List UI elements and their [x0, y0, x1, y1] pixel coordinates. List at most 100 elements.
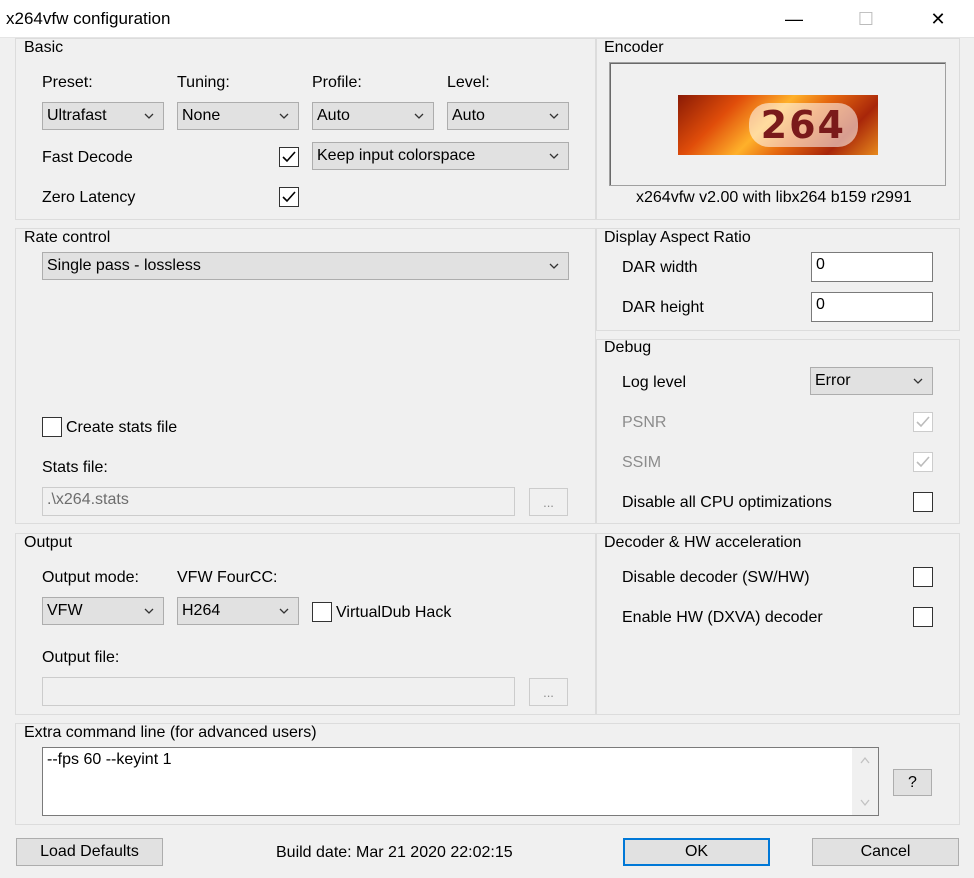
close-icon: ✕	[930, 8, 946, 29]
load-defaults-label: Load Defaults	[40, 843, 139, 860]
x264-logo: 264	[678, 95, 878, 155]
output-mode-dropdown[interactable]: VFW	[42, 597, 164, 625]
chevron-down-icon	[144, 608, 154, 614]
preset-label: Preset:	[42, 74, 93, 91]
output-browse-button[interactable]: ...	[529, 678, 568, 706]
level-value: Auto	[452, 107, 485, 124]
output-browse-label: ...	[543, 684, 554, 700]
dar-group-title: Display Aspect Ratio	[604, 229, 751, 246]
stats-browse-button[interactable]: ...	[529, 488, 568, 516]
ok-button[interactable]: OK	[623, 838, 770, 866]
vdub-hack-checkbox[interactable]	[312, 602, 332, 622]
decoder-group-title: Decoder & HW acceleration	[604, 534, 802, 551]
stats-browse-label: ...	[543, 494, 554, 510]
ssim-checkbox[interactable]	[913, 452, 933, 472]
stats-file-label: Stats file:	[42, 459, 108, 476]
minimize-button[interactable]: —	[758, 0, 830, 38]
chevron-down-icon	[279, 608, 289, 614]
level-dropdown[interactable]: Auto	[447, 102, 569, 130]
disable-cpu-checkbox[interactable]	[913, 492, 933, 512]
chevron-down-icon	[549, 153, 559, 159]
profile-label: Profile:	[312, 74, 362, 91]
tuning-label: Tuning:	[177, 74, 230, 91]
dar-width-value: 0	[816, 256, 825, 273]
checkmark-icon	[916, 456, 930, 468]
chevron-down-icon	[549, 263, 559, 269]
zero-latency-checkbox[interactable]	[279, 187, 299, 207]
disable-decoder-label: Disable decoder (SW/HW)	[622, 569, 810, 586]
ssim-label: SSIM	[622, 454, 662, 471]
help-label: ?	[908, 773, 917, 791]
maximize-button[interactable]: ☐	[830, 0, 902, 38]
rate-control-group-title: Rate control	[24, 229, 111, 246]
chevron-down-icon	[414, 113, 424, 119]
dar-width-input[interactable]: 0	[811, 252, 933, 282]
profile-value: Auto	[317, 107, 350, 124]
psnr-checkbox[interactable]	[913, 412, 933, 432]
log-level-label: Log level	[622, 374, 687, 391]
colorspace-dropdown[interactable]: Keep input colorspace	[312, 142, 569, 170]
preset-value: Ultrafast	[47, 107, 107, 124]
level-label: Level:	[447, 74, 490, 91]
stats-file-value: .\x264.stats	[47, 491, 129, 508]
extra-cmd-group-title: Extra command line (for advanced users)	[24, 724, 317, 741]
preset-dropdown[interactable]: Ultrafast	[42, 102, 164, 130]
stats-file-input[interactable]: .\x264.stats	[42, 487, 515, 516]
log-level-dropdown[interactable]: Error	[810, 367, 933, 395]
disable-decoder-checkbox[interactable]	[913, 567, 933, 587]
checkmark-icon	[916, 416, 930, 428]
chevron-down-icon	[144, 113, 154, 119]
dar-height-value: 0	[816, 296, 825, 313]
ok-label: OK	[684, 843, 709, 860]
dar-height-input[interactable]: 0	[811, 292, 933, 322]
encoder-version: x264vfw v2.00 with libx264 b159 r2991	[636, 189, 912, 206]
build-date: Build date: Mar 21 2020 22:02:15	[276, 844, 513, 861]
cancel-button[interactable]: Cancel	[812, 838, 959, 866]
chevron-down-icon	[549, 113, 559, 119]
dar-width-label: DAR width	[622, 259, 698, 276]
log-level-value: Error	[815, 372, 851, 389]
extra-cmd-value: --fps 60 --keyint 1	[47, 751, 172, 768]
fourcc-value: H264	[182, 602, 221, 619]
disable-cpu-label: Disable all CPU optimizations	[622, 494, 832, 511]
colorspace-value: Keep input colorspace	[317, 147, 476, 164]
title-bar[interactable]: x264vfw configuration — ☐ ✕	[0, 0, 974, 38]
chevron-down-icon	[913, 378, 923, 384]
load-defaults-button[interactable]: Load Defaults	[16, 838, 163, 866]
output-file-label: Output file:	[42, 649, 120, 666]
x264-logo-text: 264	[748, 103, 858, 147]
profile-dropdown[interactable]: Auto	[312, 102, 434, 130]
dar-height-label: DAR height	[622, 299, 704, 316]
zero-latency-label: Zero Latency	[42, 189, 136, 206]
enable-hw-checkbox[interactable]	[913, 607, 933, 627]
psnr-label: PSNR	[622, 414, 667, 431]
vdub-hack-label: VirtualDub Hack	[336, 604, 452, 621]
create-stats-label: Create stats file	[66, 419, 178, 436]
tuning-value: None	[182, 107, 221, 124]
cancel-label: Cancel	[860, 843, 911, 860]
chevron-down-icon[interactable]	[860, 799, 870, 807]
help-button[interactable]: ?	[893, 769, 932, 796]
output-mode-label: Output mode:	[42, 569, 139, 586]
basic-group-title: Basic	[24, 39, 64, 56]
fast-decode-label: Fast Decode	[42, 149, 133, 166]
tuning-dropdown[interactable]: None	[177, 102, 299, 130]
enable-hw-label: Enable HW (DXVA) decoder	[622, 609, 823, 626]
checkmark-icon	[282, 151, 296, 163]
encoder-group-title: Encoder	[604, 39, 664, 56]
close-button[interactable]: ✕	[902, 0, 974, 38]
create-stats-checkbox[interactable]	[42, 417, 62, 437]
output-file-input[interactable]	[42, 677, 515, 706]
rate-control-dropdown[interactable]: Single pass - lossless	[42, 252, 569, 280]
chevron-up-icon[interactable]	[860, 756, 870, 764]
minimize-icon: —	[785, 8, 803, 29]
output-group-title: Output	[24, 534, 73, 551]
fourcc-label: VFW FourCC:	[177, 569, 278, 586]
fast-decode-checkbox[interactable]	[279, 147, 299, 167]
checkmark-icon	[282, 191, 296, 203]
fourcc-dropdown[interactable]: H264	[177, 597, 299, 625]
extra-cmd-textarea[interactable]: --fps 60 --keyint 1	[42, 747, 879, 816]
rate-control-value: Single pass - lossless	[47, 257, 201, 274]
extra-cmd-scrollbar[interactable]	[852, 748, 878, 815]
output-mode-value: VFW	[47, 602, 83, 619]
